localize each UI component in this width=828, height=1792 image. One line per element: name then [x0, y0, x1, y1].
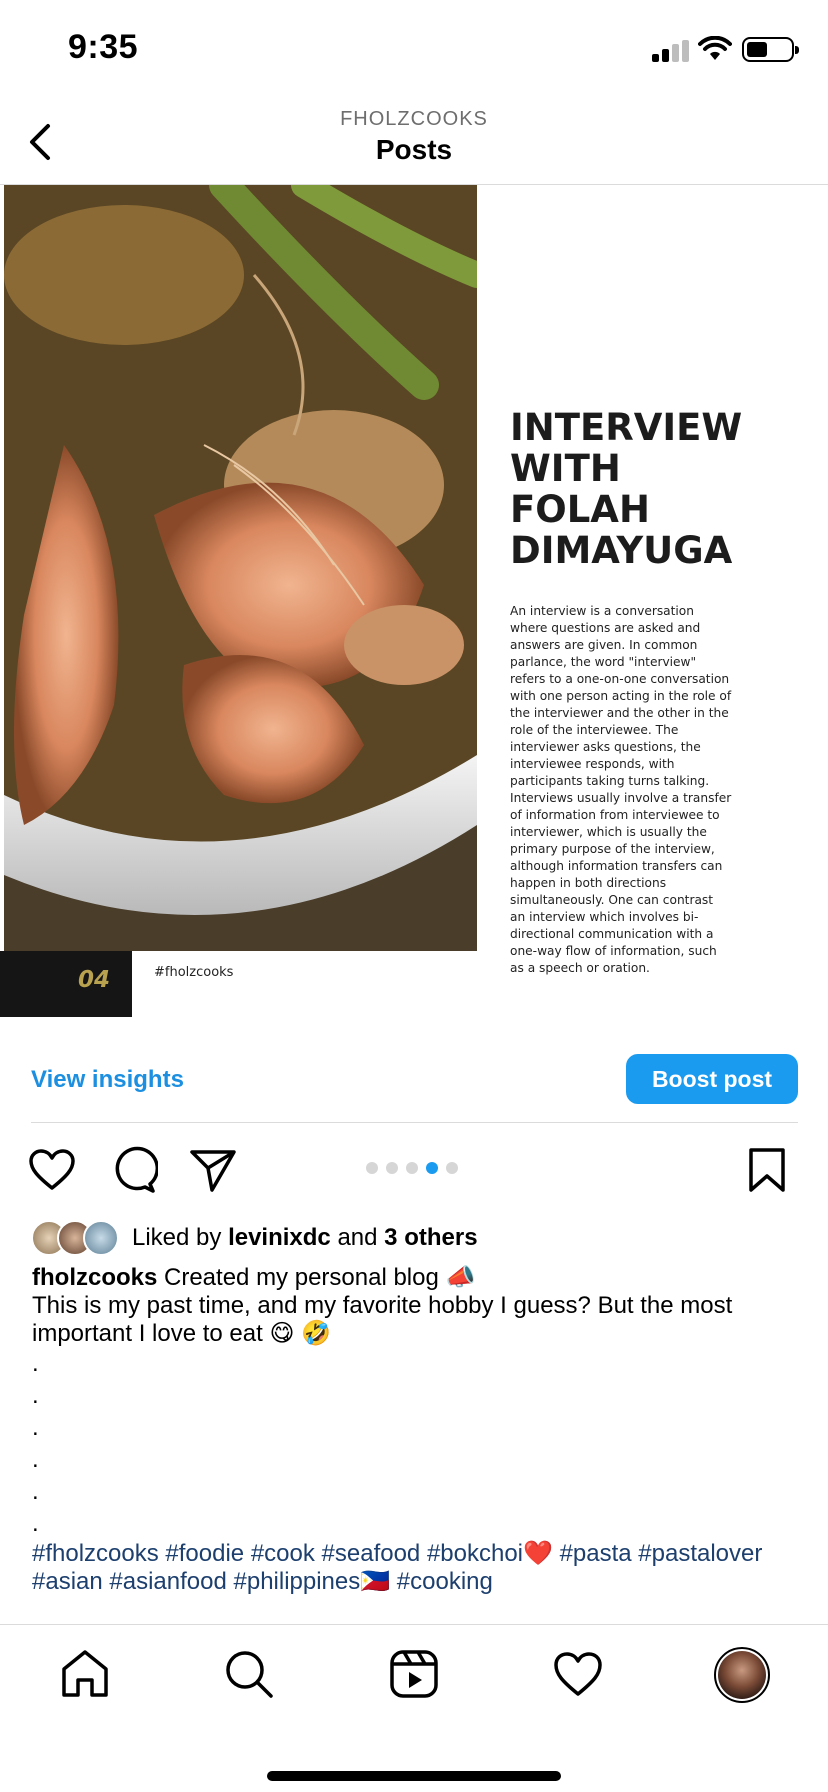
post-image[interactable]: 04 #fholzcooks INTERVIEW WITH FOLAH DIMA… [0, 185, 828, 1017]
carousel-dot-active [426, 1162, 438, 1174]
bottom-nav [0, 1624, 828, 1792]
header-username: FHOLZCOOKS [340, 108, 488, 130]
carousel-indicator [366, 1162, 466, 1176]
insights-row: View insights Boost post [0, 1017, 828, 1122]
article-title-line: FOLAH [510, 488, 650, 531]
article-title-line: WITH [510, 447, 621, 490]
carousel-dot [406, 1162, 418, 1174]
header: FHOLZCOOKS Posts [0, 100, 828, 185]
divider [31, 1122, 798, 1123]
caption-first-line: Created my personal blog 📣 [157, 1264, 476, 1291]
likes-middle: and [330, 1224, 385, 1251]
caption-dot: . [32, 1414, 39, 1441]
likes-others[interactable]: 3 others [384, 1224, 477, 1251]
likes-row[interactable]: Liked by levinixdc and 3 others [31, 1220, 811, 1256]
heart-icon[interactable] [27, 1146, 77, 1194]
avatar [83, 1220, 119, 1256]
status-time: 9:35 [68, 28, 139, 66]
article-title-line: DIMAYUGA [510, 529, 733, 572]
profile-avatar[interactable] [714, 1647, 770, 1703]
home-indicator [267, 1771, 561, 1781]
activity-heart-icon[interactable] [551, 1647, 605, 1701]
article-title-line: INTERVIEW [510, 406, 743, 449]
reels-icon[interactable] [387, 1647, 441, 1701]
carousel-dot [446, 1162, 458, 1174]
post-caption: fholzcooks Created my personal blog 📣 Th… [32, 1264, 802, 1596]
caption-dot: . [32, 1446, 39, 1473]
post-actions [0, 1140, 828, 1200]
liker-avatars [31, 1220, 121, 1256]
food-photo [4, 185, 477, 951]
comment-icon[interactable] [108, 1146, 158, 1194]
page-title: Posts [375, 134, 453, 165]
caption-hashtags[interactable]: #fholzcooks #foodie #cook #seafood #bokc… [32, 1540, 802, 1596]
caption-dot: . [32, 1478, 39, 1505]
view-insights-link[interactable]: View insights [31, 1066, 184, 1094]
battery-icon [742, 37, 799, 62]
search-icon[interactable] [222, 1647, 276, 1701]
likes-text: Liked by levinixdc and 3 others [132, 1224, 478, 1252]
boost-post-button[interactable]: Boost post [626, 1054, 798, 1104]
caption-dot: . [32, 1350, 39, 1377]
liked-by-user[interactable]: levinixdc [228, 1224, 331, 1251]
slide-number-block: 04 [0, 951, 132, 1017]
slide-number: 04 [78, 967, 111, 993]
carousel-dot [386, 1162, 398, 1174]
caption-dot: . [32, 1510, 39, 1537]
cellular-signal-icon [652, 40, 692, 62]
article-title: INTERVIEW WITH FOLAH DIMAYUGA [510, 407, 810, 571]
bookmark-icon[interactable] [745, 1146, 789, 1194]
article-body: An interview is a conversation where que… [510, 604, 732, 975]
status-bar: 9:35 [0, 0, 828, 100]
caption-body: This is my past time, and my favorite ho… [32, 1292, 733, 1347]
send-icon[interactable] [188, 1146, 238, 1194]
caption-username[interactable]: fholzcooks [32, 1264, 157, 1291]
carousel-dot [366, 1162, 378, 1174]
likes-prefix: Liked by [132, 1224, 229, 1251]
wifi-icon [698, 36, 732, 60]
caption-dot: . [32, 1382, 39, 1409]
image-hashtag: #fholzcooks [154, 965, 234, 980]
home-icon[interactable] [58, 1647, 112, 1701]
